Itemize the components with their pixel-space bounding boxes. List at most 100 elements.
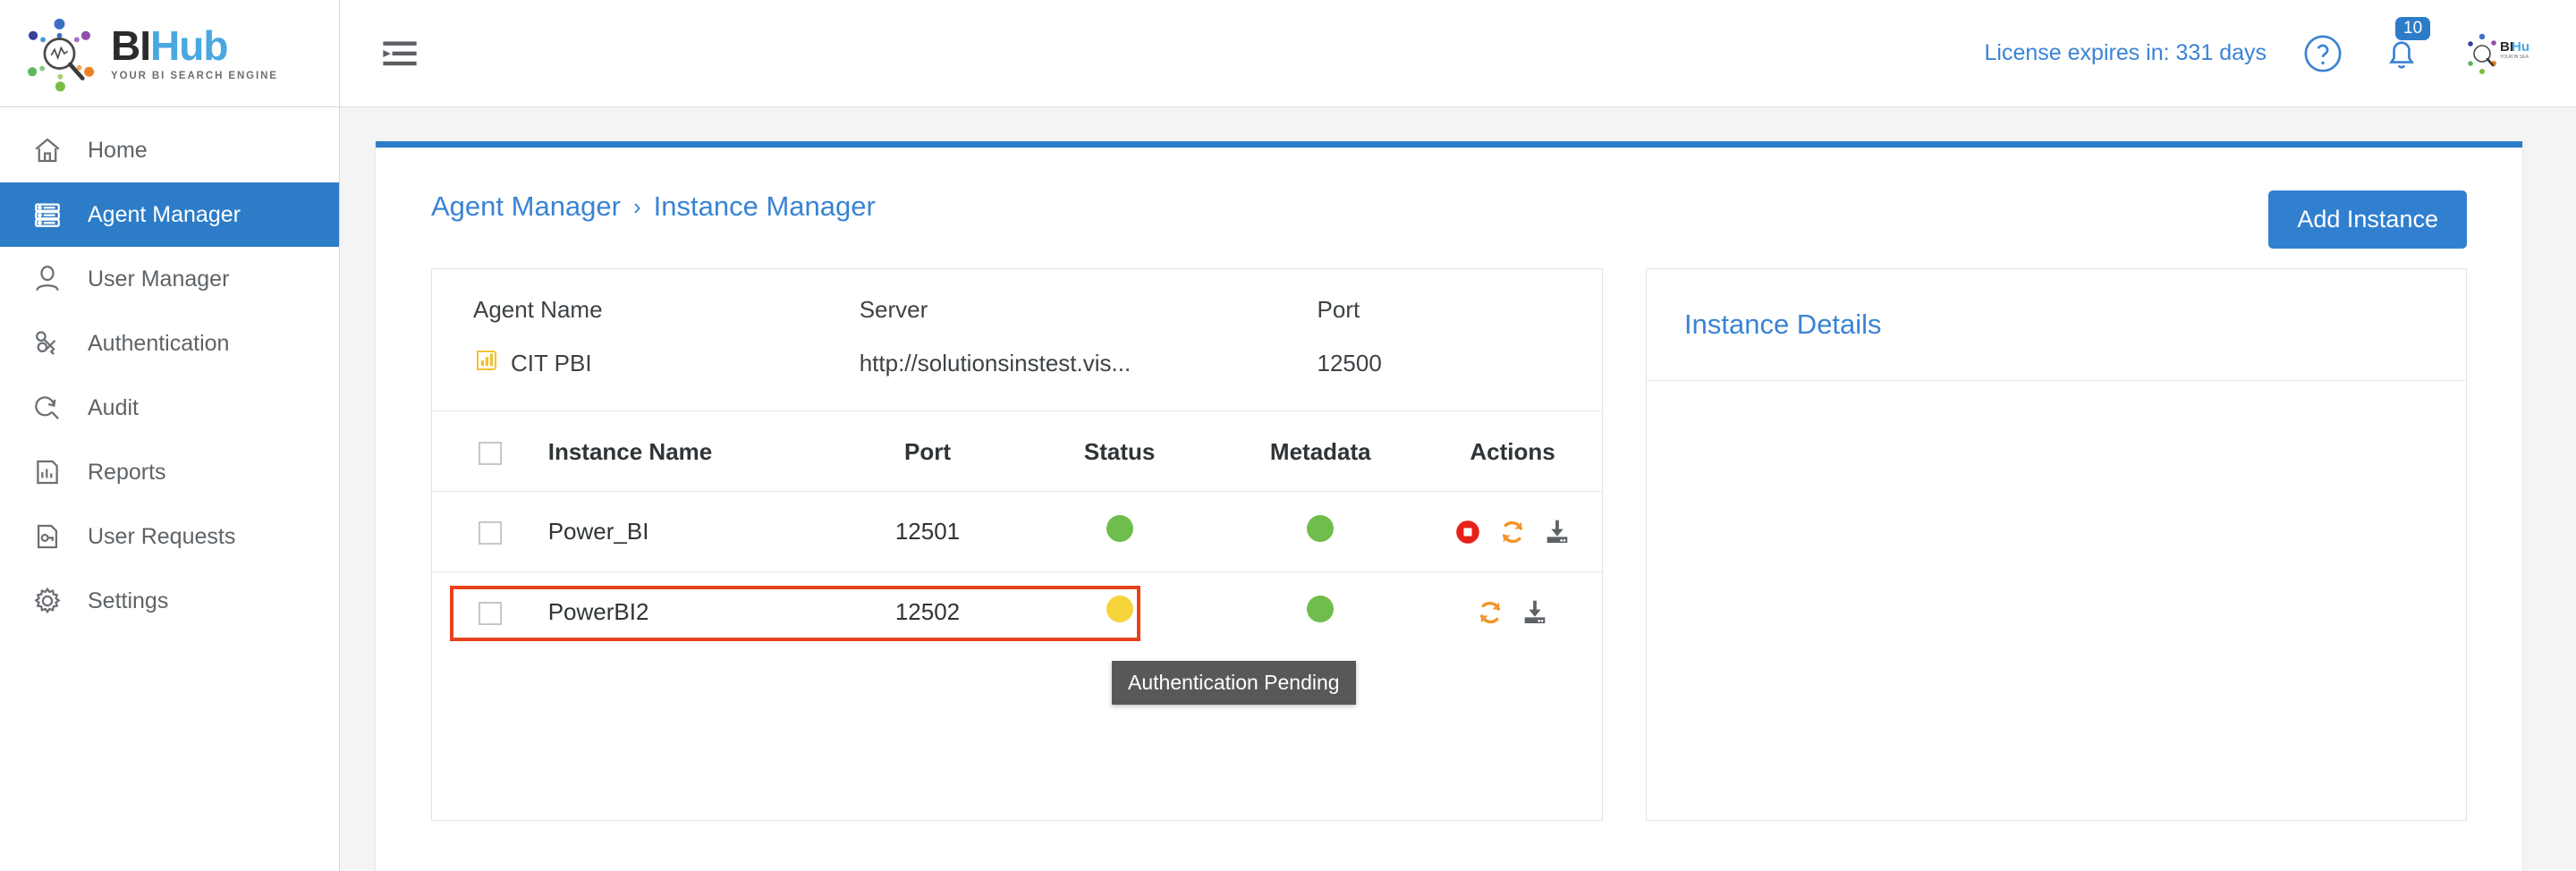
stop-icon[interactable] (1453, 518, 1482, 546)
bihub-avatar-icon[interactable]: BI Hub YOUR BI SEARCH ENGINE (2463, 29, 2529, 79)
agent-name-cell: CIT PBI (432, 347, 860, 410)
instance-table-panel: Agent Name Server Port CIT PBI http://so… (431, 268, 1603, 821)
sidebar-item-authentication[interactable]: Authentication (0, 311, 339, 376)
instance-port-cell: 12502 (834, 571, 1021, 652)
instance-port-cell: 12501 (834, 491, 1021, 572)
breadcrumb: Agent Manager › Instance Manager (431, 190, 876, 223)
instance-status-cell (1021, 491, 1218, 572)
breadcrumb-agent-manager[interactable]: Agent Manager (431, 190, 621, 223)
sidebar-item-label: Settings (88, 588, 169, 613)
license-status-text: License expires in: 331 days (1984, 40, 2267, 65)
table-row[interactable]: PowerBI2 12502 (432, 571, 1602, 652)
gear-icon (27, 586, 68, 616)
row-checkbox[interactable] (478, 521, 502, 545)
card-body: Agent Name Server Port CIT PBI http://so… (376, 249, 2522, 821)
row-select-cell (432, 491, 548, 572)
notifications-button[interactable]: 10 (2381, 16, 2431, 74)
logo-hub-text: Hub (150, 22, 228, 69)
instance-actions-cell (1423, 571, 1602, 652)
power-bi-icon (473, 347, 500, 380)
breadcrumb-separator: › (632, 192, 641, 220)
home-icon (27, 135, 68, 165)
breadcrumb-instance-manager[interactable]: Instance Manager (654, 190, 876, 223)
metadata-indicator-green (1307, 596, 1335, 622)
svg-text:Hub: Hub (2512, 39, 2529, 55)
hamburger-collapse-icon[interactable] (376, 30, 424, 78)
col-header-status: Status (1083, 438, 1156, 465)
main-region: License expires in: 331 days 10 BI Hu YO… (340, 0, 2576, 871)
sidebar-item-agent-manager[interactable]: Agent Manager (0, 182, 339, 247)
sidebar-item-user-requests[interactable]: User Requests (0, 504, 339, 569)
sidebar-item-reports[interactable]: Reports (0, 440, 339, 504)
svg-text:YOUR BI SEARCH ENGINE: YOUR BI SEARCH ENGINE (2500, 55, 2529, 60)
agent-col-header-port: Port (1317, 296, 1360, 323)
logo-wordmark: BIHub YOUR BI SEARCH ENGINE (111, 25, 278, 81)
instance-metadata-cell (1217, 491, 1424, 572)
top-bar: License expires in: 331 days 10 BI Hu YO… (340, 0, 2576, 107)
refresh-icon[interactable] (1498, 518, 1527, 546)
status-indicator-yellow[interactable] (1106, 596, 1133, 622)
logo-bi-text: BI (111, 22, 151, 69)
card-header: Agent Manager › Instance Manager Add Ins… (376, 148, 2522, 249)
row-select-cell (432, 571, 548, 652)
sidebar-item-label: Audit (88, 394, 139, 420)
download-icon[interactable] (1521, 598, 1549, 627)
sidebar-item-label: User Manager (88, 266, 230, 292)
instance-name-cell: Power_BI (547, 491, 835, 572)
instance-details-title: Instance Details (1647, 269, 2466, 381)
sidebar-item-label: Home (88, 137, 148, 163)
sidebar-item-label: Agent Manager (88, 201, 241, 227)
app-root: BIHub YOUR BI SEARCH ENGINE Home Agent M… (0, 0, 2576, 871)
magnifier-network-icon (23, 13, 106, 95)
row-checkbox[interactable] (478, 602, 502, 626)
agent-col-header-server: Server (859, 296, 928, 323)
instance-metadata-cell (1217, 571, 1424, 652)
sidebar-item-label: User Requests (88, 523, 236, 549)
agent-summary-table: Agent Name Server Port CIT PBI http://so… (432, 269, 1602, 410)
server-rack-icon (27, 199, 68, 230)
instance-name-cell: PowerBI2 (547, 571, 835, 652)
agent-col-header-name: Agent Name (473, 296, 603, 323)
question-circle-icon[interactable] (2302, 33, 2343, 74)
sidebar-item-home[interactable]: Home (0, 118, 339, 182)
audit-search-icon (27, 393, 68, 423)
agent-port-text: 12500 (1317, 350, 1382, 376)
right-gutter (2517, 107, 2576, 871)
add-instance-button[interactable]: Add Instance (2268, 190, 2467, 249)
col-header-port: Port (903, 438, 951, 465)
logo-tagline: YOUR BI SEARCH ENGINE (111, 71, 278, 81)
agent-name-text: CIT PBI (511, 350, 592, 376)
agent-table-row: CIT PBI http://solutionsinstest.vis... 1… (432, 347, 1602, 410)
sidebar-item-user-manager[interactable]: User Manager (0, 247, 339, 311)
col-header-actions: Actions (1470, 438, 1555, 465)
status-tooltip: Authentication Pending (1112, 661, 1356, 705)
report-chart-icon (27, 457, 68, 487)
metadata-indicator-green (1307, 515, 1335, 542)
content-card: Agent Manager › Instance Manager Add Ins… (376, 141, 2522, 871)
select-all-header (432, 411, 548, 492)
select-all-checkbox[interactable] (478, 442, 502, 466)
sidebar: BIHub YOUR BI SEARCH ENGINE Home Agent M… (0, 0, 340, 871)
col-header-metadata: Metadata (1269, 438, 1371, 465)
instances-header-row: Instance Name Port Status Metadata Actio… (432, 411, 1602, 492)
instance-status-cell[interactable] (1021, 571, 1218, 652)
table-row[interactable]: Power_BI 12501 (432, 491, 1602, 572)
sidebar-item-label: Authentication (88, 330, 230, 356)
sidebar-nav: Home Agent Manager User Manager Authenti… (0, 107, 339, 633)
col-header-instance-name: Instance Name (547, 438, 713, 465)
app-logo[interactable]: BIHub YOUR BI SEARCH ENGINE (0, 0, 339, 107)
keys-icon (27, 328, 68, 359)
sidebar-item-settings[interactable]: Settings (0, 569, 339, 633)
agent-table-header-row: Agent Name Server Port (432, 269, 1602, 347)
instances-table: Instance Name Port Status Metadata Actio… (432, 410, 1602, 652)
document-key-icon (27, 521, 68, 552)
content-area: Agent Manager › Instance Manager Add Ins… (340, 107, 2576, 871)
status-indicator-green (1106, 515, 1133, 542)
refresh-icon[interactable] (1476, 598, 1504, 627)
instance-details-panel: Instance Details (1646, 268, 2467, 821)
sidebar-item-audit[interactable]: Audit (0, 376, 339, 440)
instance-actions-cell (1423, 491, 1602, 572)
agent-server-text: http://solutionsinstest.vis... (859, 350, 1131, 376)
user-icon (27, 264, 68, 294)
download-icon[interactable] (1543, 518, 1572, 546)
